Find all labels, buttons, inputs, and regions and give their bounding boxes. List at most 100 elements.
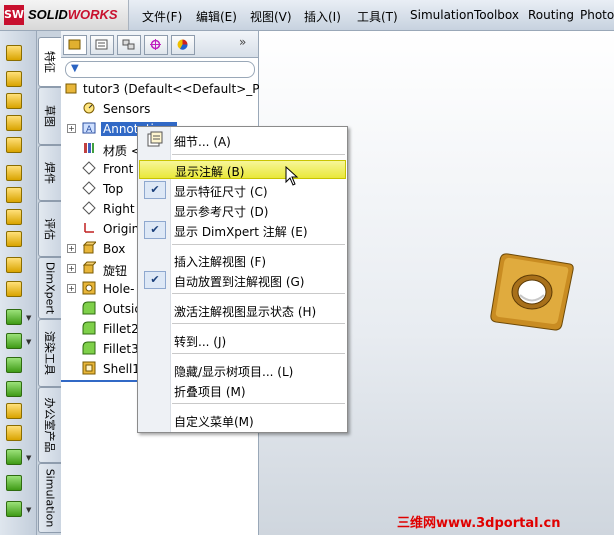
menu-view[interactable]: 视图(V) bbox=[250, 8, 292, 25]
menu-item-show-feature-dimensions[interactable]: ✔ 显示特征尺寸 (C) bbox=[139, 180, 346, 199]
fillet-dropdown-icon[interactable]: ▼ bbox=[26, 314, 31, 322]
expand-toggle-icon[interactable]: + bbox=[67, 284, 76, 293]
tab-sketch[interactable]: 草图 bbox=[38, 87, 62, 145]
tab-weldments[interactable]: 焊件 bbox=[38, 145, 62, 201]
boundary-cut-icon[interactable] bbox=[6, 281, 22, 297]
reference-dropdown-icon[interactable]: ▼ bbox=[26, 454, 31, 462]
tree-item-part[interactable]: tutor3 (Default<<Default>_Pl bbox=[61, 79, 263, 99]
swept-cut-icon[interactable] bbox=[6, 231, 22, 247]
tab-weldments-label: 焊件 bbox=[43, 162, 56, 184]
menu-item-activate-annotation-view-display-state[interactable]: 激活注解视图显示状态 (H) bbox=[139, 300, 346, 319]
tree-filter-input[interactable]: ▼ bbox=[65, 61, 255, 78]
menu-item-show-reference-dimensions[interactable]: 显示参考尺寸 (D) bbox=[139, 200, 346, 219]
svg-text:A: A bbox=[86, 125, 93, 135]
menu-item-label: 显示参考尺寸 (D) bbox=[174, 205, 269, 219]
boundary-boss-icon[interactable] bbox=[6, 137, 22, 153]
menu-item-details[interactable]: 细节... (A) bbox=[139, 130, 346, 149]
wrap-icon[interactable] bbox=[6, 425, 22, 441]
fillet-icon[interactable] bbox=[6, 309, 22, 325]
curves-icon[interactable] bbox=[6, 475, 22, 491]
linear-pattern-icon[interactable] bbox=[6, 333, 22, 349]
menu-photoview[interactable]: PhotoV bbox=[580, 8, 614, 22]
propertymanager-tab[interactable] bbox=[90, 35, 114, 55]
dimxpertmanager-tab[interactable] bbox=[144, 35, 168, 55]
tab-dimxpert[interactable]: DimXpert bbox=[38, 257, 62, 319]
menu-edit[interactable]: 编辑(E) bbox=[196, 8, 237, 25]
menu-toolbox[interactable]: Toolbox bbox=[474, 8, 519, 22]
menu-item-label: 插入注解视图 (F) bbox=[174, 255, 267, 269]
origin-icon bbox=[84, 223, 94, 233]
menu-separator bbox=[172, 244, 345, 245]
sensors-icon bbox=[83, 102, 95, 114]
menu-item-customize-menu[interactable]: 自定义菜单(M) bbox=[139, 410, 346, 429]
menu-simulation[interactable]: Simulation bbox=[410, 8, 474, 22]
menu-item-label: 显示 DimXpert 注解 (E) bbox=[174, 225, 308, 239]
revolve-cut-icon[interactable] bbox=[6, 209, 22, 225]
tree-item-label: Right bbox=[103, 202, 135, 216]
checkmark-icon: ✔ bbox=[144, 221, 166, 239]
expand-toggle-icon[interactable]: + bbox=[67, 264, 76, 273]
menu-separator bbox=[172, 293, 345, 294]
tab-render-tools[interactable]: 渲染工具 bbox=[38, 319, 62, 387]
menu-insert[interactable]: 插入(I) bbox=[304, 8, 341, 25]
tree-item-label: Hole- bbox=[103, 282, 135, 296]
hole-wizard-icon[interactable] bbox=[6, 187, 22, 203]
rib-icon[interactable] bbox=[6, 357, 22, 373]
displaymanager-tab[interactable] bbox=[171, 35, 195, 55]
plane-icon bbox=[82, 181, 96, 195]
revolve-boss-icon[interactable] bbox=[6, 71, 22, 87]
menu-item-label: 转到... (J) bbox=[174, 335, 227, 349]
displaymanager-icon bbox=[177, 39, 188, 50]
menu-tools[interactable]: 工具(T) bbox=[357, 8, 398, 25]
shell-icon[interactable] bbox=[6, 403, 22, 419]
fillet-icon bbox=[82, 301, 96, 315]
menu-routing[interactable]: Routing bbox=[528, 8, 574, 22]
curves-dropdown-icon[interactable]: ▼ bbox=[26, 506, 31, 514]
tab-simulation[interactable]: Simulation bbox=[38, 463, 62, 533]
tree-item-sensors[interactable]: Sensors bbox=[61, 99, 258, 119]
tab-features-label: 特征 bbox=[43, 51, 56, 73]
menu-item-label: 隐藏/显示树项目... (L) bbox=[174, 365, 294, 379]
dimxpert-crosshair-icon bbox=[150, 39, 161, 50]
tree-item-label: Shell1 bbox=[103, 362, 140, 376]
part-icon bbox=[65, 83, 77, 94]
featuremanager-tree-icon bbox=[68, 39, 81, 50]
menu-item-auto-place-annotation-view[interactable]: ✔ 自动放置到注解视图 (G) bbox=[139, 270, 346, 289]
sweep-boss-icon[interactable] bbox=[6, 93, 22, 109]
extrude-cut-icon[interactable] bbox=[6, 165, 22, 181]
menu-item-label: 自动放置到注解视图 (G) bbox=[174, 275, 305, 289]
part-model[interactable] bbox=[486, 250, 574, 338]
extrude-icon bbox=[82, 241, 96, 254]
loft-boss-icon[interactable] bbox=[6, 115, 22, 131]
annotations-context-menu: 细节... (A) 显示注解 (B) ✔ 显示特征尺寸 (C) 显示参考尺寸 (… bbox=[137, 126, 348, 433]
tree-item-label: Fillet2 bbox=[103, 322, 139, 336]
tab-office-products[interactable]: 办公室产品 bbox=[38, 387, 62, 463]
menu-item-insert-annotation-view[interactable]: 插入注解视图 (F) bbox=[139, 250, 346, 269]
configurationmanager-tab[interactable] bbox=[117, 35, 141, 55]
hole-icon bbox=[82, 281, 96, 295]
instant3d-icon[interactable] bbox=[6, 501, 22, 517]
featuremanager-tab[interactable] bbox=[63, 35, 87, 55]
menu-item-go-to[interactable]: 转到... (J) bbox=[139, 330, 346, 349]
menu-item-show-annotations[interactable]: 显示注解 (B) bbox=[139, 160, 346, 179]
pattern-dropdown-icon[interactable]: ▼ bbox=[26, 338, 31, 346]
menu-file[interactable]: 文件(F) bbox=[142, 8, 182, 25]
tab-evaluate[interactable]: 评估 bbox=[38, 201, 62, 257]
extrude-boss-icon[interactable] bbox=[6, 45, 22, 61]
expand-toggle-icon[interactable]: + bbox=[67, 124, 76, 133]
menu-item-collapse-items[interactable]: 折叠项目 (M) bbox=[139, 380, 346, 399]
logo-solid: SOLID bbox=[28, 7, 68, 22]
tab-features[interactable]: 特征 bbox=[38, 37, 62, 87]
tab-simulation-label: Simulation bbox=[43, 468, 57, 528]
tree-item-label: Top bbox=[103, 182, 124, 196]
draft-icon[interactable] bbox=[6, 381, 22, 397]
expand-panel-icon[interactable]: » bbox=[239, 35, 246, 49]
menu-item-show-dimxpert-annotations[interactable]: ✔ 显示 DimXpert 注解 (E) bbox=[139, 220, 346, 239]
tab-evaluate-label: 评估 bbox=[43, 218, 56, 240]
reference-geometry-icon[interactable] bbox=[6, 449, 22, 465]
expand-toggle-icon[interactable]: + bbox=[67, 244, 76, 253]
lofted-cut-icon[interactable] bbox=[6, 257, 22, 273]
menu-item-hide-show-tree-items[interactable]: 隐藏/显示树项目... (L) bbox=[139, 360, 346, 379]
solidworks-logo[interactable]: SW SOLIDWORKS bbox=[0, 0, 129, 30]
logo-works: WORKS bbox=[67, 7, 118, 22]
